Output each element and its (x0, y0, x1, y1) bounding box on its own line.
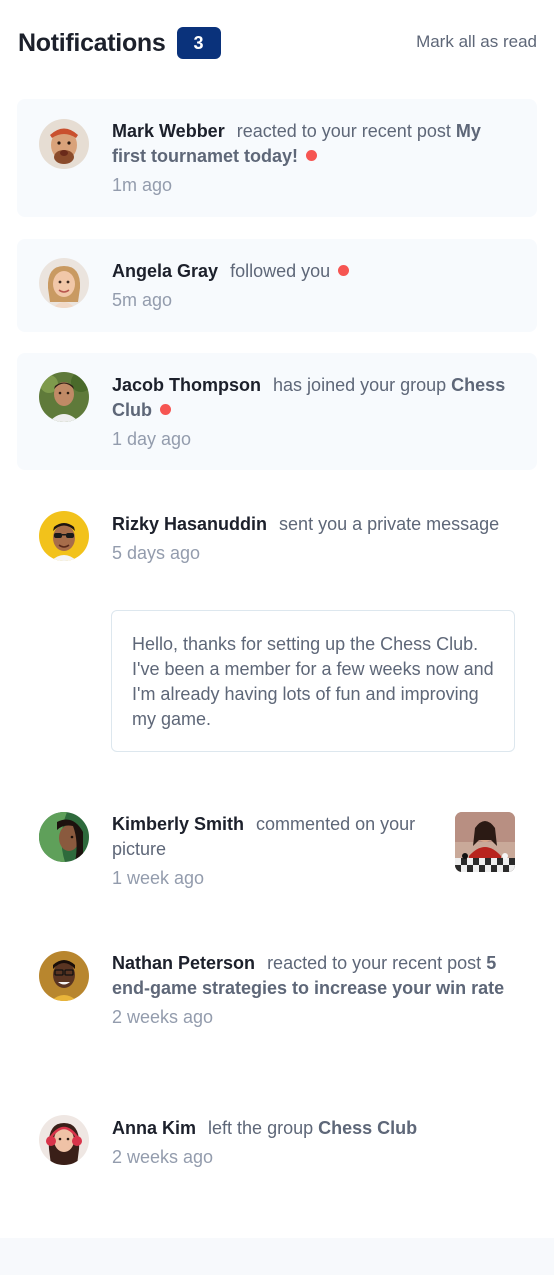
timestamp: 5m ago (112, 290, 173, 310)
notification-content: Kimberly Smith commented on your picture… (112, 812, 437, 891)
avatar[interactable] (39, 511, 89, 561)
user-name[interactable]: Angela Gray (112, 261, 218, 281)
avatar[interactable] (39, 119, 89, 169)
notification-action: left the group (208, 1118, 314, 1138)
timestamp: 1 day ago (112, 429, 192, 449)
page-title: Notifications (18, 28, 166, 57)
commented-picture-thumbnail[interactable] (455, 812, 515, 872)
avatar[interactable] (39, 1115, 89, 1165)
notification-content: Angela Gray followed you 5m ago (112, 259, 517, 313)
group-link[interactable]: Chess Club (318, 1118, 417, 1138)
header: Notifications 3 Mark all as read (18, 26, 537, 60)
user-name[interactable]: Anna Kim (112, 1118, 196, 1138)
notification-action: reacted to your recent post (236, 121, 451, 141)
notification-item[interactable]: Mark Webber reacted to your recent post … (17, 99, 537, 217)
notification-content: Rizky Hasanuddin sent you a private mess… (112, 512, 517, 566)
notifications-card: Notifications 3 Mark all as read Mark We… (0, 0, 554, 1238)
timestamp: 5 days ago (112, 543, 201, 563)
notification-content: Mark Webber reacted to your recent post … (112, 119, 517, 198)
notification-content: Nathan Peterson reacted to your recent p… (112, 951, 517, 1030)
unread-dot (338, 265, 350, 276)
notification-content: Anna Kim left the group Chess Club 2 wee… (112, 1116, 517, 1170)
notification-action: reacted to your recent post (267, 953, 482, 973)
timestamp: 1m ago (112, 175, 173, 195)
user-name[interactable]: Rizky Hasanuddin (112, 514, 267, 534)
notification-action: followed you (230, 261, 331, 281)
timestamp: 1 week ago (112, 868, 205, 888)
notification-action: has joined your group (273, 375, 447, 395)
user-name[interactable]: Mark Webber (112, 121, 225, 141)
user-name[interactable]: Jacob Thompson (112, 375, 261, 395)
unread-dot (160, 404, 171, 415)
notification-item[interactable]: Angela Gray followed you 5m ago (17, 239, 537, 332)
notification-action: sent you a private message (279, 514, 500, 534)
mark-all-as-read-button[interactable]: Mark all as read (416, 32, 537, 52)
avatar[interactable] (39, 372, 89, 422)
title-wrap: Notifications 3 (18, 27, 221, 59)
user-name[interactable]: Nathan Peterson (112, 953, 255, 973)
unread-count-badge: 3 (176, 27, 221, 59)
notification-item[interactable]: Anna Kim left the group Chess Club 2 wee… (17, 1094, 537, 1194)
notification-content: Jacob Thompson has joined your group Che… (112, 373, 517, 452)
notification-item[interactable]: Nathan Peterson reacted to your recent p… (17, 931, 537, 1061)
timestamp: 2 weeks ago (112, 1007, 214, 1027)
avatar[interactable] (39, 258, 89, 308)
notification-item[interactable]: Jacob Thompson has joined your group Che… (17, 353, 537, 470)
avatar[interactable] (39, 951, 89, 1001)
private-message[interactable]: Hello, thanks for setting up the Chess C… (111, 610, 515, 752)
unread-dot (306, 150, 318, 161)
avatar[interactable] (39, 812, 89, 862)
timestamp: 2 weeks ago (112, 1147, 214, 1167)
user-name[interactable]: Kimberly Smith (112, 814, 244, 834)
